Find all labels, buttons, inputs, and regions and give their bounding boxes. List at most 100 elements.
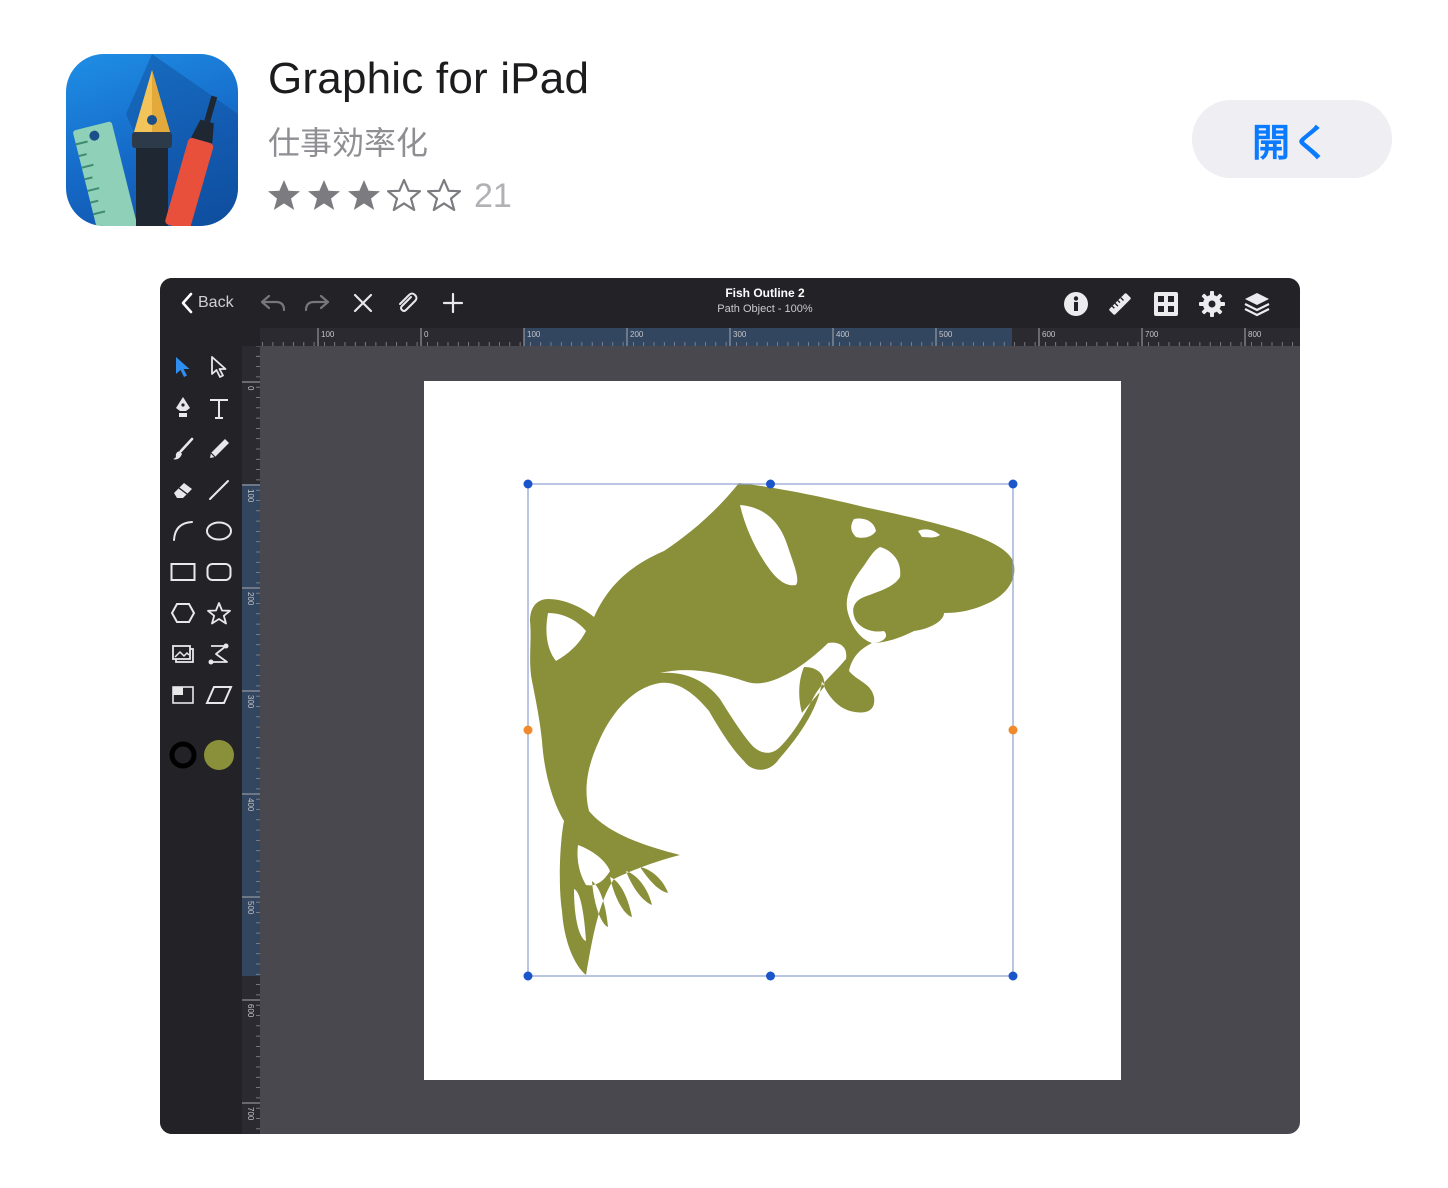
- arc-tool[interactable]: [166, 514, 200, 548]
- line-tool[interactable]: [202, 473, 236, 507]
- resize-handle[interactable]: [523, 971, 533, 981]
- rectangle-tool[interactable]: [166, 555, 200, 589]
- ruler-top: 100 0 100 200 300 400 500 600 700 800: [242, 328, 1300, 346]
- app-title: Graphic for iPad: [268, 54, 590, 103]
- ruler-left: 0 100 200 300 400 500 600 700: [242, 346, 260, 1134]
- app-screenshot: Back Fish Outline 2 Path Object - 100% 1…: [160, 278, 1300, 1134]
- undo-icon: [260, 294, 286, 312]
- brush-icon: [173, 437, 194, 460]
- app-icon[interactable]: [66, 54, 238, 226]
- resize-handle[interactable]: [1008, 971, 1018, 981]
- document-title-block[interactable]: Fish Outline 2 Path Object - 100%: [630, 285, 900, 317]
- rounded-rectangle-icon: [206, 563, 232, 581]
- ruler-top-label: 100: [527, 330, 541, 339]
- star-filled-icon: [268, 180, 300, 210]
- ruler-top-label: 500: [939, 330, 953, 339]
- attachment-icon: [399, 292, 418, 312]
- star-filled-icon: [308, 180, 340, 210]
- ruler-left-label: 700: [246, 1107, 255, 1121]
- undo-button[interactable]: [258, 290, 288, 316]
- back-button[interactable]: Back: [180, 290, 234, 316]
- skew-tool[interactable]: [202, 678, 236, 712]
- ruler-corner: [242, 328, 260, 346]
- pen-ruler-logo-icon: [73, 54, 238, 226]
- rounded-rectangle-tool[interactable]: [202, 555, 236, 589]
- redo-icon: [304, 294, 330, 312]
- text-tool[interactable]: [202, 391, 236, 425]
- star-tool[interactable]: [202, 596, 236, 630]
- ruler-left-label: 300: [246, 695, 255, 709]
- info-button[interactable]: [1062, 290, 1090, 318]
- delete-button[interactable]: [350, 290, 376, 316]
- ruler-left-label: 400: [246, 798, 255, 812]
- ruler-left-label: 500: [246, 901, 255, 915]
- back-chevron-icon: [181, 292, 193, 314]
- layers-button[interactable]: [1242, 290, 1272, 318]
- shape-builder-tool[interactable]: [166, 678, 200, 712]
- polygon-tool[interactable]: [166, 596, 200, 630]
- document-title: Fish Outline 2: [725, 286, 805, 300]
- stroke-color-swatch[interactable]: [166, 738, 200, 772]
- star-empty-icon: [386, 178, 422, 212]
- direct-select-tool[interactable]: [202, 350, 236, 384]
- redo-button[interactable]: [302, 290, 332, 316]
- pen-tool-icon: [176, 397, 190, 417]
- document-subtitle: Path Object - 100%: [717, 303, 813, 315]
- skew-icon: [205, 686, 233, 704]
- eraser-icon: [174, 483, 192, 498]
- tool-palette: [160, 328, 242, 1134]
- brush-tool[interactable]: [166, 432, 200, 466]
- resize-handle[interactable]: [1008, 479, 1018, 489]
- transform-tool[interactable]: [202, 637, 236, 671]
- text-tool-icon: [210, 399, 228, 419]
- ruler-left-label: 0: [246, 386, 255, 391]
- open-button[interactable]: 開く: [1192, 100, 1392, 178]
- grid-button[interactable]: [1152, 290, 1180, 318]
- layers-icon: [1244, 293, 1270, 317]
- polygon-icon: [170, 603, 196, 623]
- app-category: 仕事効率化: [268, 124, 429, 162]
- fill-color-swatch[interactable]: [202, 738, 236, 772]
- back-label: Back: [198, 294, 234, 311]
- line-icon: [209, 480, 229, 500]
- add-button[interactable]: [440, 290, 466, 316]
- image-import-tool[interactable]: [166, 637, 200, 671]
- direct-select-icon: [211, 356, 227, 378]
- settings-button[interactable]: [1198, 290, 1226, 318]
- ellipse-tool[interactable]: [202, 514, 236, 548]
- midpoint-handle[interactable]: [1008, 725, 1018, 735]
- ruler-left-label: 600: [246, 1004, 255, 1018]
- pencil-tool[interactable]: [202, 432, 236, 466]
- pencil-icon: [210, 439, 229, 458]
- delete-icon: [353, 293, 373, 313]
- select-arrow-icon: [176, 357, 190, 377]
- resize-handle[interactable]: [766, 971, 775, 981]
- select-tool[interactable]: [166, 350, 200, 384]
- info-icon: [1064, 292, 1088, 316]
- resize-handle[interactable]: [523, 479, 533, 489]
- ruler-top-label: 600: [1042, 330, 1056, 339]
- gear-icon: [1199, 291, 1225, 317]
- image-import-icon: [172, 645, 194, 663]
- midpoint-handle[interactable]: [523, 725, 533, 735]
- attachment-button[interactable]: [394, 290, 420, 316]
- ruler-button[interactable]: [1106, 290, 1134, 318]
- eraser-tool[interactable]: [166, 473, 200, 507]
- resize-handle[interactable]: [766, 479, 775, 489]
- canvas-page[interactable]: [424, 381, 1121, 1080]
- ruler-top-label: 300: [733, 330, 747, 339]
- ruler-icon: [1109, 293, 1131, 315]
- ruler-top-label: 700: [1145, 330, 1159, 339]
- arc-icon: [173, 521, 193, 541]
- rectangle-icon: [170, 563, 196, 581]
- ruler-top-label: 200: [630, 330, 644, 339]
- pen-tool[interactable]: [166, 391, 200, 425]
- rating: 21: [266, 176, 512, 216]
- ruler-top-label: 800: [1248, 330, 1262, 339]
- ruler-left-label: 200: [246, 592, 255, 606]
- fill-color-icon: [204, 740, 234, 770]
- ruler-top-label: 400: [836, 330, 850, 339]
- stroke-color-icon: [169, 741, 197, 769]
- fish-artwork[interactable]: [530, 483, 1015, 975]
- rating-stars: [266, 178, 462, 214]
